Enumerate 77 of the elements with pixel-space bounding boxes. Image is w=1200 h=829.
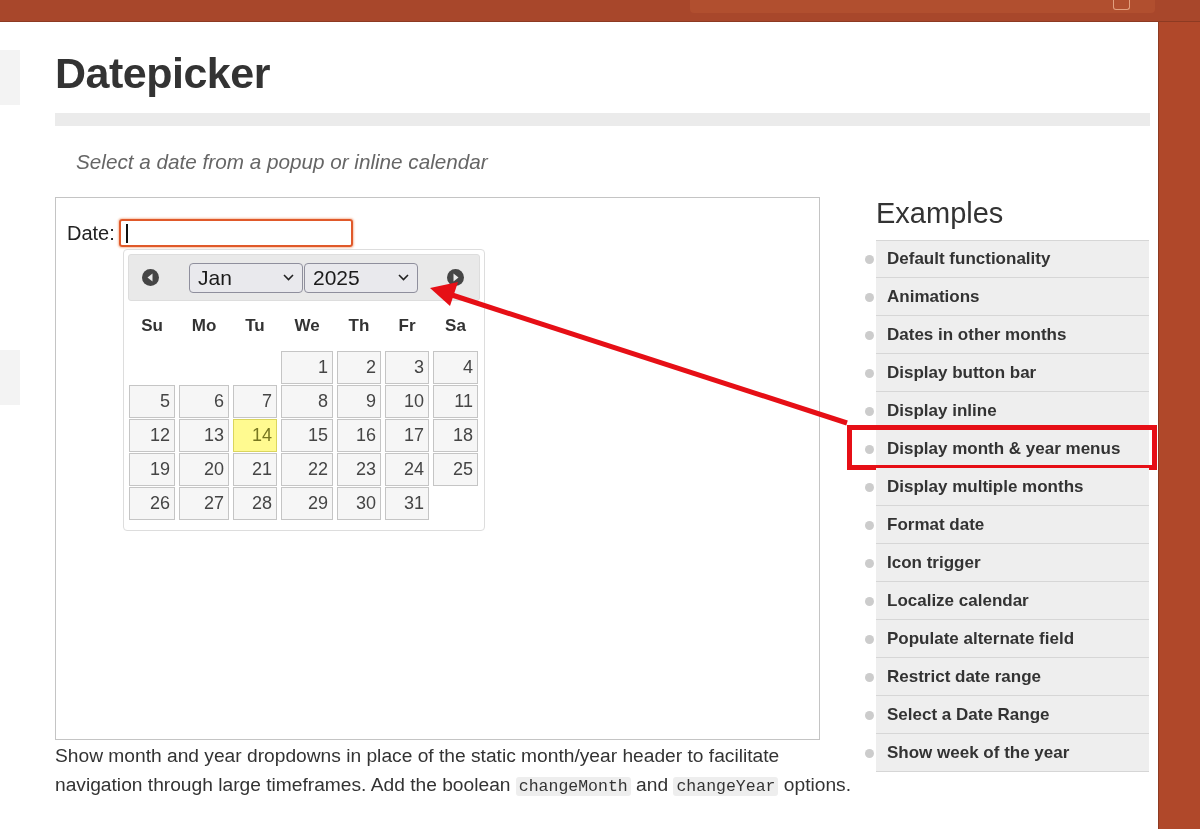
day-cell[interactable]: 4	[433, 351, 478, 384]
bullet-icon	[865, 710, 874, 720]
day-cell[interactable]: 8	[281, 385, 333, 418]
bullet-icon	[865, 748, 874, 758]
day-cell[interactable]: 3	[385, 351, 429, 384]
weekday-label: We	[294, 315, 320, 338]
chevron-down-icon	[398, 274, 409, 281]
day-cell[interactable]: 21	[233, 453, 277, 486]
example-link[interactable]: Localize calendar	[876, 582, 1149, 620]
weekday-label: Th	[348, 315, 370, 338]
example-link[interactable]: Icon trigger	[876, 544, 1149, 582]
example-link[interactable]: Display button bar	[876, 354, 1149, 392]
day-cell[interactable]: 18	[433, 419, 478, 452]
bullet-icon	[865, 444, 874, 454]
day-cell[interactable]: 14	[233, 419, 277, 452]
day-cell[interactable]: 28	[233, 487, 277, 520]
month-select[interactable]: Jan	[189, 262, 303, 293]
day-cell[interactable]: 20	[179, 453, 229, 486]
example-link[interactable]: Dates in other months	[876, 316, 1149, 354]
day-cell[interactable]: 10	[385, 385, 429, 418]
weekday-label: Sa	[445, 315, 466, 338]
day-cell[interactable]: 29	[281, 487, 333, 520]
day-cell[interactable]: 30	[337, 487, 381, 520]
day-cell[interactable]: 2	[337, 351, 381, 384]
day-cell[interactable]: 31	[385, 487, 429, 520]
day-cell[interactable]: 7	[233, 385, 277, 418]
date-label: Date:	[67, 221, 115, 246]
chevron-down-icon	[283, 274, 294, 281]
weekday-label: Mo	[191, 315, 217, 338]
bullet-icon	[865, 558, 874, 568]
bullet-icon	[865, 292, 874, 302]
day-cell[interactable]: 19	[129, 453, 175, 486]
bullet-icon	[865, 254, 874, 264]
weekday-label: Fr	[398, 315, 416, 338]
day-cell[interactable]: 11	[433, 385, 478, 418]
bullet-icon	[865, 406, 874, 416]
day-cell[interactable]: 15	[281, 419, 333, 452]
example-link[interactable]: Default functionality	[876, 240, 1149, 278]
day-cell[interactable]: 26	[129, 487, 175, 520]
examples-heading: Examples	[876, 197, 1005, 229]
page-subtitle: Select a date from a popup or inline calendar	[76, 150, 490, 174]
day-cell[interactable]: 9	[337, 385, 381, 418]
bullet-icon	[865, 368, 874, 378]
day-cell[interactable]: 17	[385, 419, 429, 452]
bullet-icon	[865, 596, 874, 606]
bullet-icon	[865, 330, 874, 340]
example-link[interactable]: Show week of the year	[876, 734, 1149, 772]
day-cell[interactable]: 25	[433, 453, 478, 486]
year-select[interactable]: 2025	[304, 262, 418, 293]
example-link[interactable]: Display month & year menus	[876, 430, 1149, 468]
day-cell[interactable]: 22	[281, 453, 333, 486]
day-cell[interactable]: 1	[281, 351, 333, 384]
day-cell[interactable]: 6	[179, 385, 229, 418]
bullet-icon	[865, 634, 874, 644]
weekday-label: Tu	[245, 315, 265, 338]
previous-icon[interactable]	[142, 269, 159, 286]
day-cell[interactable]: 23	[337, 453, 381, 486]
example-link[interactable]: Display multiple months	[876, 468, 1149, 506]
bullet-icon	[865, 482, 874, 492]
day-cell[interactable]: 16	[337, 419, 381, 452]
weekday-label: Su	[141, 315, 163, 338]
day-cell[interactable]: 13	[179, 419, 229, 452]
example-link[interactable]: Format date	[876, 506, 1149, 544]
day-cell[interactable]: 24	[385, 453, 429, 486]
day-cell[interactable]: 12	[129, 419, 175, 452]
header-field[interactable]	[690, 0, 1155, 13]
example-link[interactable]: Populate alternate field	[876, 620, 1149, 658]
day-cell[interactable]: 5	[129, 385, 175, 418]
day-cell[interactable]: 27	[179, 487, 229, 520]
example-link[interactable]: Animations	[876, 278, 1149, 316]
description-text: Show month and year dropdowns in place of the static month/year header to facilitate navigation through large timeframes. Add the boolean changeMonth and changeYear options.	[55, 744, 852, 798]
bullet-icon	[865, 520, 874, 530]
bullet-icon	[865, 672, 874, 682]
page-title: Datepicker	[55, 52, 271, 95]
date-input[interactable]	[118, 219, 353, 247]
example-link[interactable]: Select a Date Range	[876, 696, 1149, 734]
example-link[interactable]: Restrict date range	[876, 658, 1149, 696]
